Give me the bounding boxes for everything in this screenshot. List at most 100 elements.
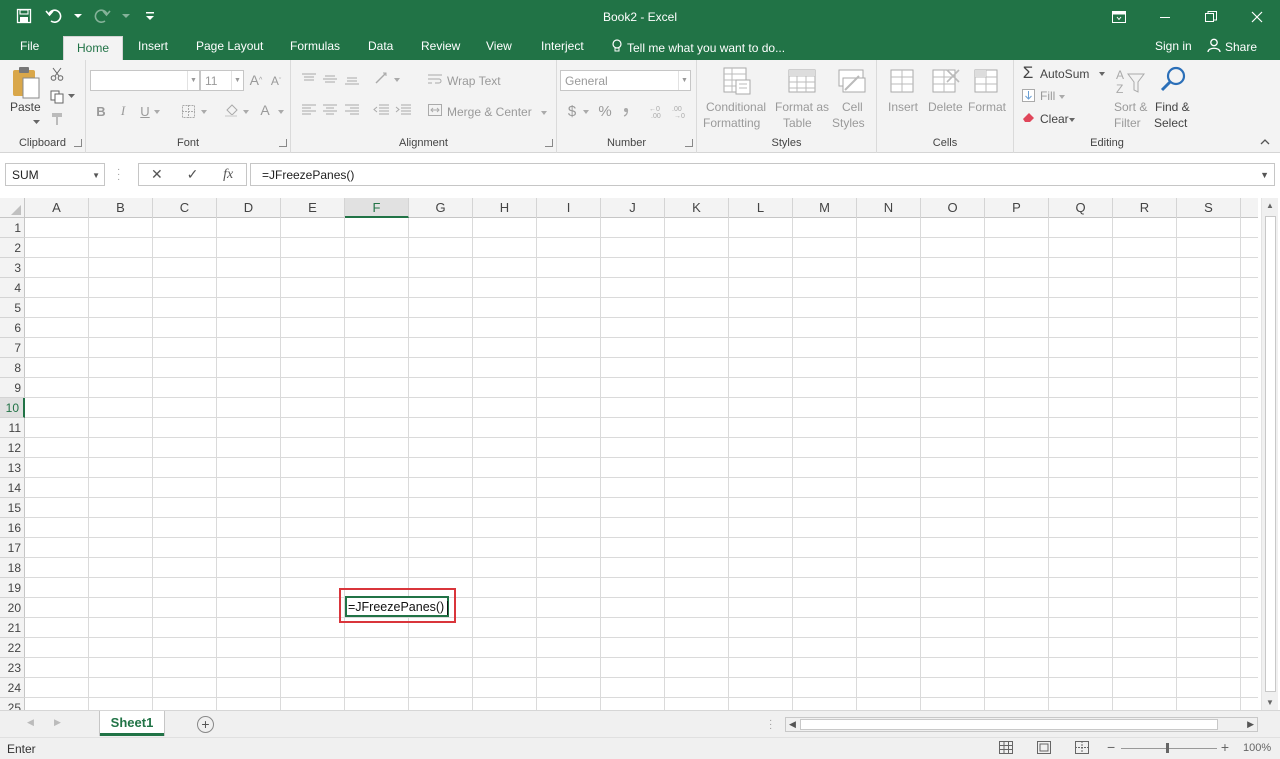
cell-styles-label-1[interactable]: Cell — [842, 100, 863, 114]
row-header-12[interactable]: 12 — [0, 438, 25, 458]
column-header-r[interactable]: R — [1113, 198, 1177, 218]
enter-button[interactable]: ✓ — [175, 166, 211, 183]
autosum-dropdown-icon[interactable] — [1098, 70, 1106, 78]
row-header-2[interactable]: 2 — [0, 238, 25, 258]
fill-color-dropdown-icon[interactable] — [242, 108, 250, 116]
row-header-20[interactable]: 20 — [0, 598, 25, 618]
column-header-p[interactable]: P — [985, 198, 1049, 218]
zoom-knob[interactable] — [1166, 743, 1169, 753]
previous-sheet-icon[interactable]: ◀ — [27, 717, 34, 728]
tab-interject[interactable]: Interject — [541, 39, 584, 53]
find-select-icon[interactable] — [1157, 64, 1189, 96]
align-center-icon[interactable] — [322, 103, 338, 117]
fill-down-icon[interactable] — [1021, 88, 1035, 102]
formula-bar-resize-handle[interactable]: · · · — [117, 165, 120, 185]
orientation-dropdown-icon[interactable] — [393, 76, 401, 84]
column-header-i[interactable]: I — [537, 198, 601, 218]
row-header-9[interactable]: 9 — [0, 378, 25, 398]
borders-dropdown-icon[interactable] — [200, 108, 208, 116]
align-left-icon[interactable] — [301, 103, 317, 117]
font-size-combo[interactable]: 11 ▼ — [200, 70, 244, 91]
scroll-right-icon[interactable]: ▶ — [1247, 719, 1254, 730]
column-header-s[interactable]: S — [1177, 198, 1241, 218]
row-header-15[interactable]: 15 — [0, 498, 25, 518]
wrap-text-label[interactable]: Wrap Text — [447, 74, 501, 88]
cancel-button[interactable]: ✕ — [139, 166, 175, 183]
insert-cells-label[interactable]: Insert — [888, 100, 918, 114]
format-cells-icon[interactable] — [971, 66, 1003, 98]
row-header-6[interactable]: 6 — [0, 318, 25, 338]
middle-align-icon[interactable] — [322, 72, 338, 86]
clear-dropdown-icon[interactable] — [1068, 116, 1076, 124]
font-launcher-icon[interactable] — [279, 139, 287, 147]
next-sheet-icon[interactable]: ▶ — [54, 717, 61, 728]
worksheet-grid[interactable]: ABCDEFGHIJKLMNOPQRS 1 2 3 4 5 6 7 8 9 10 11 12 13 14 1… — [0, 198, 1258, 710]
format-cells-label[interactable]: Format — [968, 100, 1006, 114]
row-header-24[interactable]: 24 — [0, 678, 25, 698]
tab-data[interactable]: Data — [368, 39, 393, 53]
conditional-formatting-label-1[interactable]: Conditional — [706, 100, 766, 114]
column-header-o[interactable]: O — [921, 198, 985, 218]
font-name-combo[interactable]: ▼ — [90, 70, 200, 91]
column-header-e[interactable]: E — [281, 198, 345, 218]
minimize-icon[interactable] — [1142, 0, 1188, 34]
share-button[interactable]: Share — [1207, 38, 1257, 55]
decrease-indent-icon[interactable] — [373, 103, 389, 117]
tab-insert[interactable]: Insert — [138, 39, 168, 53]
insert-function-button[interactable]: fx — [210, 167, 246, 183]
row-header-23[interactable]: 23 — [0, 658, 25, 678]
zoom-out-icon[interactable]: − — [1107, 739, 1115, 755]
conditional-formatting-label-2[interactable]: Formatting — [703, 116, 760, 130]
merge-dropdown-icon[interactable] — [540, 109, 548, 117]
column-header-n[interactable]: N — [857, 198, 921, 218]
select-all-button[interactable] — [0, 198, 25, 218]
format-as-table-icon[interactable] — [787, 66, 819, 98]
column-header-g[interactable]: G — [409, 198, 473, 218]
name-box[interactable]: SUM ▼ — [5, 163, 105, 186]
tab-review[interactable]: Review — [421, 39, 460, 53]
row-header-10[interactable]: 10 — [0, 398, 25, 418]
horizontal-scroll-thumb[interactable] — [800, 719, 1218, 730]
row-header-8[interactable]: 8 — [0, 358, 25, 378]
number-launcher-icon[interactable] — [685, 139, 693, 147]
formula-input[interactable]: =JFreezePanes() ▼ — [250, 163, 1275, 186]
fill-label[interactable]: Fill — [1040, 89, 1055, 103]
new-sheet-icon[interactable]: + — [197, 716, 214, 733]
row-header-21[interactable]: 21 — [0, 618, 25, 638]
collapse-ribbon-icon[interactable] — [1258, 136, 1272, 148]
restore-icon[interactable] — [1188, 0, 1234, 34]
increase-decimal-icon[interactable]: ←0.00 — [649, 104, 667, 118]
row-header-1[interactable]: 1 — [0, 218, 25, 238]
currency-dropdown-icon[interactable] — [582, 108, 590, 116]
cell-area[interactable] — [25, 218, 1258, 710]
underline-button[interactable]: U — [138, 102, 152, 120]
font-color-icon[interactable]: A — [258, 102, 272, 118]
tab-view[interactable]: View — [486, 39, 512, 53]
tell-me-search[interactable]: Tell me what you want to do... — [612, 39, 785, 56]
row-header-19[interactable]: 19 — [0, 578, 25, 598]
scroll-down-icon[interactable]: ▼ — [1266, 698, 1274, 707]
row-header-4[interactable]: 4 — [0, 278, 25, 298]
column-header-h[interactable]: H — [473, 198, 537, 218]
column-header-b[interactable]: B — [89, 198, 153, 218]
clipboard-launcher-icon[interactable] — [74, 139, 82, 147]
top-align-icon[interactable] — [301, 72, 317, 86]
number-format-combo[interactable]: General ▼ — [560, 70, 691, 91]
underline-dropdown-icon[interactable] — [153, 108, 161, 116]
increase-indent-icon[interactable] — [395, 103, 411, 117]
font-color-dropdown-icon[interactable] — [277, 108, 285, 116]
insert-cells-icon[interactable] — [887, 66, 919, 98]
scroll-up-icon[interactable]: ▲ — [1266, 201, 1274, 210]
vertical-scroll-thumb[interactable] — [1265, 216, 1276, 692]
ribbon-display-options-icon[interactable] — [1096, 0, 1142, 34]
expand-formula-bar-icon[interactable]: ▼ — [1260, 170, 1269, 180]
sort-filter-label-2[interactable]: Filter — [1114, 116, 1141, 130]
alignment-launcher-icon[interactable] — [545, 139, 553, 147]
column-header-q[interactable]: Q — [1049, 198, 1113, 218]
tab-split-handle[interactable]: · · · — [769, 716, 772, 734]
autosum-icon[interactable]: Σ — [1020, 63, 1036, 82]
sheet-tab-sheet1[interactable]: Sheet1 — [100, 711, 164, 736]
sort-filter-icon[interactable]: AZ — [1114, 66, 1146, 98]
decrease-decimal-icon[interactable]: .00 →0 — [672, 104, 690, 118]
copy-icon[interactable] — [48, 88, 66, 106]
